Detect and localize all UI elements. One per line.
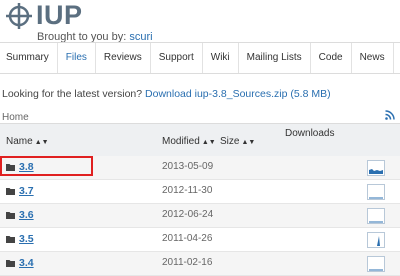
folder-link[interactable]: 3.5	[19, 233, 34, 245]
downloads-sparkline-icon[interactable]	[367, 208, 385, 224]
downloads-sparkline-icon[interactable]	[367, 232, 385, 248]
table-row[interactable]: 3.6 2012-06-24	[0, 204, 400, 228]
tab-support[interactable]: Support	[151, 43, 203, 73]
project-title: IUP	[36, 0, 83, 30]
column-modified[interactable]: Modified ▲▼	[162, 136, 216, 147]
tab-wiki[interactable]: Wiki	[203, 43, 239, 73]
tab-files[interactable]: Files	[58, 43, 96, 73]
column-name[interactable]: Name ▲▼	[6, 136, 49, 147]
modified-date: 2011-04-26	[162, 233, 213, 244]
table-row[interactable]: 3.5 2011-04-26	[0, 228, 400, 252]
downloads-sparkline-icon[interactable]	[367, 160, 385, 176]
sort-icon: ▲▼	[201, 139, 216, 146]
folder-link[interactable]: 3.4	[19, 257, 34, 269]
folder-icon	[6, 212, 15, 219]
folder-link[interactable]: 3.7	[19, 185, 34, 197]
files-table-header: Name ▲▼ Modified ▲▼ Size ▲▼ Downloads	[0, 123, 400, 157]
sort-icon: ▲▼	[34, 139, 49, 146]
modified-date: 2012-11-30	[162, 185, 213, 196]
table-row[interactable]: 3.7 2012-11-30	[0, 180, 400, 204]
project-nav: Summary Files Reviews Support Wiki Maili…	[0, 42, 400, 74]
breadcrumb-home[interactable]: Home	[2, 112, 29, 123]
latest-version-line: Looking for the latest version? Download…	[2, 88, 331, 100]
downloads-sparkline-icon[interactable]	[367, 184, 385, 200]
folder-link[interactable]: 3.6	[19, 209, 34, 221]
tab-news[interactable]: News	[352, 43, 394, 73]
modified-date: 2012-06-24	[162, 209, 214, 220]
modified-date: 2013-05-09	[162, 161, 214, 172]
table-row[interactable]: 3.4 2011-02-16	[0, 252, 400, 276]
latest-prompt: Looking for the latest version?	[2, 88, 143, 100]
highlight-box	[0, 156, 93, 176]
iup-logo	[6, 3, 32, 29]
tab-summary[interactable]: Summary	[0, 43, 58, 73]
rss-icon[interactable]	[385, 110, 395, 120]
folder-icon	[6, 260, 15, 267]
tab-code[interactable]: Code	[311, 43, 352, 73]
column-downloads: Downloads	[285, 128, 335, 139]
modified-date: 2011-02-16	[162, 257, 213, 268]
tab-mailing-lists[interactable]: Mailing Lists	[239, 43, 311, 73]
tab-reviews[interactable]: Reviews	[96, 43, 151, 73]
column-size[interactable]: Size ▲▼	[220, 136, 255, 147]
folder-icon	[6, 188, 15, 195]
downloads-sparkline-icon[interactable]	[367, 256, 385, 272]
sort-icon: ▲▼	[241, 139, 256, 146]
folder-icon	[6, 236, 15, 243]
download-latest-link[interactable]: Download iup-3.8_Sources.zip (5.8 MB)	[145, 88, 331, 100]
